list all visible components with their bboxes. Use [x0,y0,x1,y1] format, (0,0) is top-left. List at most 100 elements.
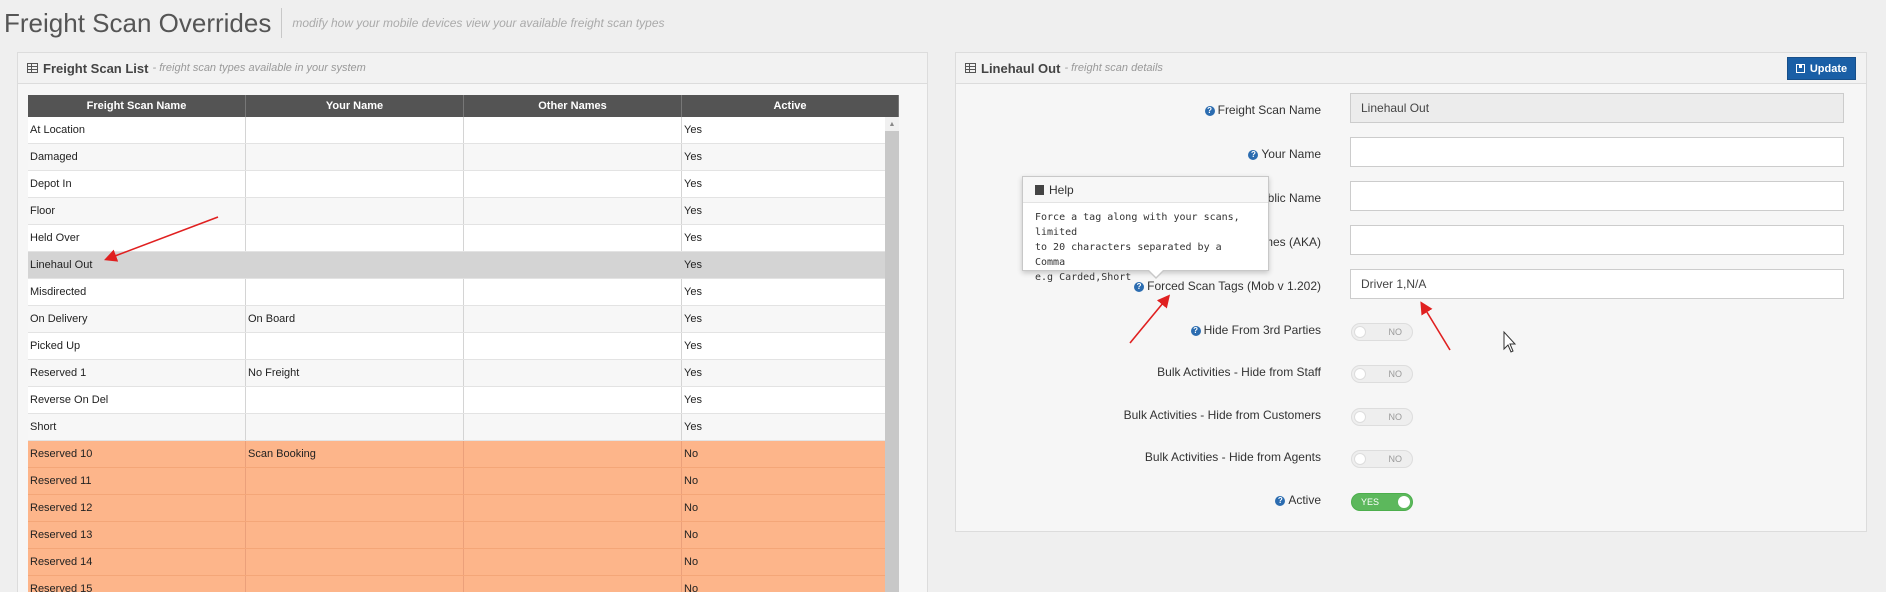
forced-scan-tags-input[interactable]: Driver 1,N/A [1350,269,1844,299]
public-name-input[interactable] [1350,181,1844,211]
hide-3rd-parties-label: ? Hide From 3rd Parties [1190,323,1321,337]
help-icon[interactable]: ? [1190,326,1201,336]
cell-other-names [464,549,682,575]
cell-active: Yes [682,333,899,359]
table-row[interactable]: Reserved 10 Scan Booking No [28,441,899,468]
help-icon[interactable]: ? [1275,496,1286,506]
bulk-staff-label: Bulk Activities - Hide from Staff [1157,365,1321,379]
column-header-other-names[interactable]: Other Names [464,95,682,117]
cell-your-name [246,198,464,224]
column-header-freight-scan-name[interactable]: Freight Scan Name [28,95,246,117]
aka-input[interactable] [1350,225,1844,255]
help-icon[interactable]: ? [1204,106,1215,116]
table-row[interactable]: Damaged Yes [28,144,899,171]
column-header-active[interactable]: Active [682,95,899,117]
help-icon[interactable]: ? [1248,150,1259,160]
cell-other-names [464,117,682,143]
table-row[interactable]: Held Over Yes [28,225,899,252]
table-row[interactable]: Linehaul Out Yes [28,252,899,279]
table-row[interactable]: Depot In Yes [28,171,899,198]
table-row[interactable]: Misdirected Yes [28,279,899,306]
cell-active: Yes [682,360,899,386]
cell-freight-scan-name: Reserved 13 [28,522,246,548]
cell-freight-scan-name: Floor [28,198,246,224]
table-row[interactable]: Reserved 15 No [28,576,899,592]
scan-list-subtitle: - freight scan types available in your s… [152,62,366,74]
page: Freight Scan Overrides modify how your m… [0,0,1886,592]
cell-freight-scan-name: Reserved 15 [28,576,246,592]
cell-freight-scan-name: Reserved 12 [28,495,246,521]
scroll-up-icon[interactable]: ▲ [885,117,899,131]
toggle-state: YES [1361,497,1380,507]
cell-active: No [682,495,899,521]
your-name-label: ? Your Name [1248,147,1321,161]
update-button[interactable]: Update [1787,57,1856,80]
table-scrollbar[interactable]: ▲ [885,117,899,592]
active-toggle[interactable]: YES [1351,493,1413,511]
cell-other-names [464,144,682,170]
cell-other-names [464,576,682,592]
toggle-knob [1354,453,1366,465]
details-title: Linehaul Out [981,60,1061,76]
cell-other-names [464,279,682,305]
freight-scan-list-panel: Freight Scan List - freight scan types a… [17,52,928,592]
table-row[interactable]: Reserved 14 No [28,549,899,576]
cell-freight-scan-name: Short [28,414,246,440]
table-row[interactable]: On Delivery On Board Yes [28,306,899,333]
cell-your-name [246,171,464,197]
toggle-knob [1398,496,1410,508]
cell-your-name [246,522,464,548]
table-icon [27,63,38,73]
table-row[interactable]: Reserved 11 No [28,468,899,495]
bulk-customers-label: Bulk Activities - Hide from Customers [1123,408,1321,422]
cell-your-name [246,333,464,359]
table-row[interactable]: Reverse On Del Yes [28,387,899,414]
freight-scan-name-label: ? Freight Scan Name [1204,103,1321,117]
bulk-hide-agents-toggle[interactable]: NO [1351,450,1413,468]
cell-your-name [246,576,464,592]
help-popover: Help Force a tag along with your scans, … [1022,176,1269,283]
table-row[interactable]: Floor Yes [28,198,899,225]
cell-freight-scan-name: On Delivery [28,306,246,332]
table-row[interactable]: At Location Yes [28,117,899,144]
hide-3rd-parties-toggle[interactable]: NO [1351,323,1413,341]
cell-freight-scan-name: Reserved 10 [28,441,246,467]
cell-other-names [464,360,682,386]
toggle-knob [1354,326,1366,338]
bulk-hide-customers-toggle[interactable]: NO [1351,408,1413,426]
cell-your-name [246,225,464,251]
public-name-label: ublic Name [1260,191,1321,205]
freight-scan-details-panel: Linehaul Out - freight scan details Upda… [955,52,1867,532]
page-subtitle: modify how your mobile devices view your… [292,16,665,30]
table-row[interactable]: Short Yes [28,414,899,441]
column-header-your-name[interactable]: Your Name [246,95,464,117]
table-row[interactable]: Reserved 1 No Freight Yes [28,360,899,387]
cell-active: Yes [682,252,899,278]
bulk-hide-staff-toggle[interactable]: NO [1351,365,1413,383]
your-name-input[interactable] [1350,137,1844,167]
freight-scan-name-field: Linehaul Out [1350,93,1844,123]
cell-your-name: On Board [246,306,464,332]
cell-active: No [682,549,899,575]
cell-your-name: No Freight [246,360,464,386]
cell-active: Yes [682,225,899,251]
cell-other-names [464,306,682,332]
toggle-state: NO [1388,454,1403,464]
table-icon [965,63,976,73]
table-row[interactable]: Reserved 12 No [28,495,899,522]
cell-active: Yes [682,198,899,224]
details-header: Linehaul Out - freight scan details Upda… [956,53,1866,84]
cell-freight-scan-name: Reserved 14 [28,549,246,575]
cell-other-names [464,171,682,197]
cell-active: Yes [682,387,899,413]
page-header: Freight Scan Overrides modify how your m… [4,6,665,40]
cell-active: No [682,441,899,467]
toggle-knob [1354,411,1366,423]
toggle-knob [1354,368,1366,380]
table-row[interactable]: Picked Up Yes [28,333,899,360]
cell-other-names [464,387,682,413]
save-icon [1795,64,1805,73]
cell-your-name [246,144,464,170]
table-row[interactable]: Reserved 13 No [28,522,899,549]
cell-freight-scan-name: Picked Up [28,333,246,359]
